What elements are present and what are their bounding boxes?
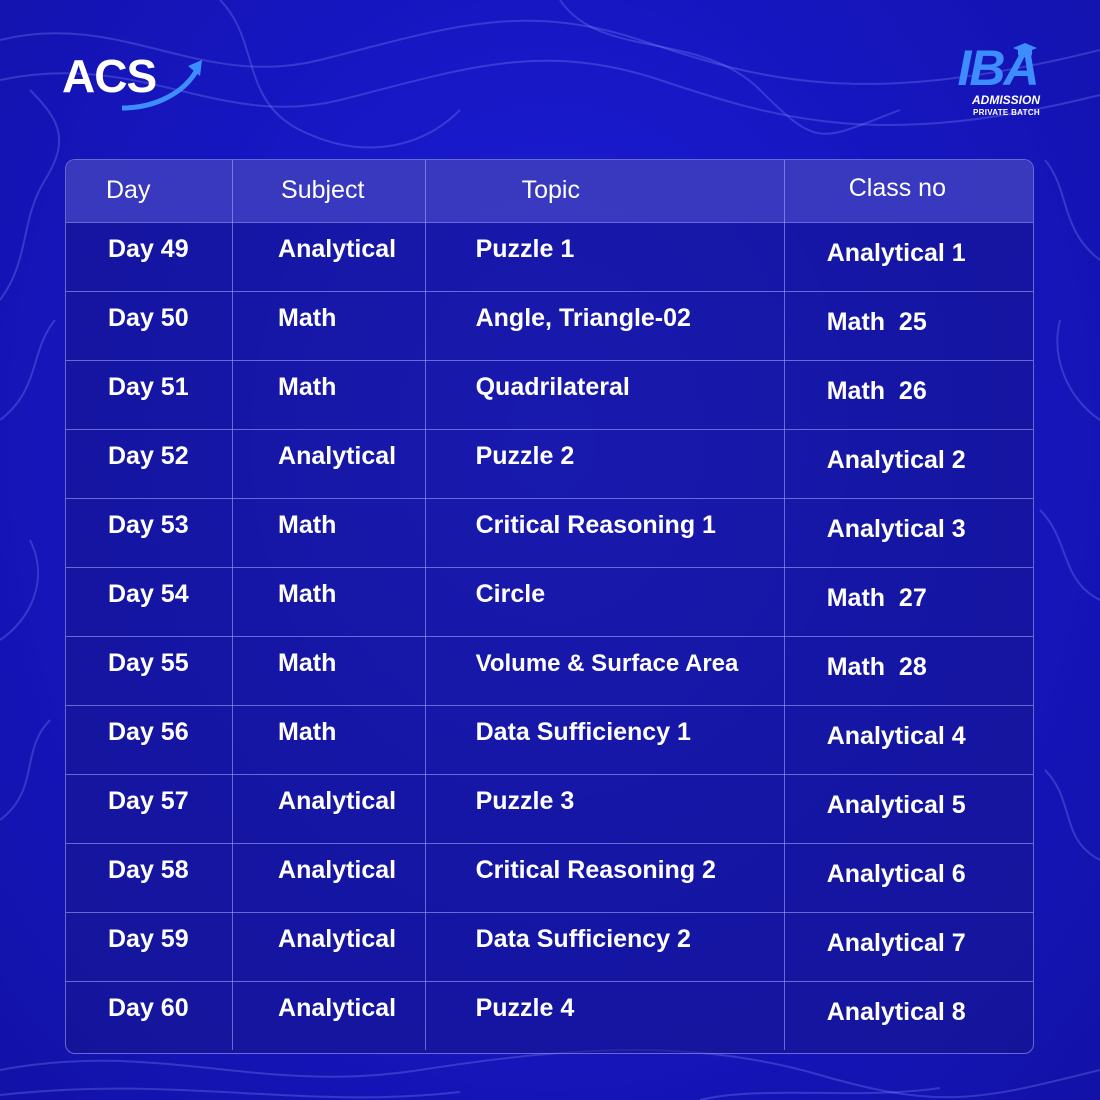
cell-class-no: Math 28 (784, 636, 1033, 706)
cell-subject: Math (232, 498, 426, 568)
cell-day: Day 52 (66, 429, 234, 499)
table-row: Day 58 Analytical Critical Reasoning 2 A… (66, 843, 1033, 913)
cell-subject: Analytical (232, 843, 426, 913)
cell-topic: Circle (425, 567, 785, 637)
cell-subject: Math (232, 291, 426, 361)
cell-topic: Puzzle 3 (425, 774, 785, 844)
table-row: Day 53 Math Critical Reasoning 1 Analyti… (66, 498, 1033, 568)
cell-topic: Data Sufficiency 1 (425, 705, 785, 775)
cell-topic: Critical Reasoning 1 (425, 498, 785, 568)
table-row: Day 60 Analytical Puzzle 4 Analytical 8 (66, 981, 1033, 1050)
table-row: Day 56 Math Data Sufficiency 1 Analytica… (66, 705, 1033, 775)
cell-topic: Volume & Surface Area (425, 636, 785, 706)
table-row: Day 59 Analytical Data Sufficiency 2 Ana… (66, 912, 1033, 982)
schedule-table: Day Subject Topic Class no Day 49 Analyt… (65, 159, 1034, 1054)
cell-day: Day 50 (66, 291, 234, 361)
table-row: Day 57 Analytical Puzzle 3 Analytical 5 (66, 774, 1033, 844)
cell-class-no: Math 26 (784, 360, 1033, 430)
cell-topic: Puzzle 2 (425, 429, 785, 499)
cell-topic: Puzzle 4 (425, 981, 785, 1050)
cell-class-no: Math 25 (784, 291, 1033, 361)
cell-day: Day 49 (66, 222, 234, 292)
cell-day: Day 57 (66, 774, 234, 844)
cell-subject: Math (232, 705, 426, 775)
cell-class-no: Analytical 6 (784, 843, 1033, 913)
cell-day: Day 56 (66, 705, 234, 775)
cell-class-no: Analytical 2 (784, 429, 1033, 499)
cell-subject: Analytical (232, 981, 426, 1050)
cell-subject: Math (232, 636, 426, 706)
cell-class-no: Analytical 1 (784, 222, 1033, 292)
table-row: Day 54 Math Circle Math 27 (66, 567, 1033, 637)
cell-day: Day 55 (66, 636, 234, 706)
svg-text:ACS: ACS (62, 50, 156, 102)
iba-subtitle-batch: PRIVATE BATCH (972, 108, 1040, 117)
cell-topic: Critical Reasoning 2 (425, 843, 785, 913)
cell-subject: Analytical (232, 429, 426, 499)
table-header-row: Day Subject Topic Class no (66, 160, 1033, 223)
cell-subject: Analytical (232, 774, 426, 844)
cell-topic: Angle, Triangle-02 (425, 291, 785, 361)
cell-day: Day 59 (66, 912, 234, 982)
table-row: Day 50 Math Angle, Triangle-02 Math 25 (66, 291, 1033, 361)
table-row: Day 49 Analytical Puzzle 1 Analytical 1 (66, 222, 1033, 292)
cell-subject: Math (232, 567, 426, 637)
acs-logo: ACS (60, 48, 210, 118)
cell-class-no: Analytical 8 (826, 998, 966, 1027)
table-row: Day 52 Analytical Puzzle 2 Analytical 2 (66, 429, 1033, 499)
cell-class-no: Analytical 5 (784, 774, 1033, 844)
cell-day: Day 53 (66, 498, 234, 568)
cell-subject: Math (232, 360, 426, 430)
header-day: Day (66, 160, 234, 223)
iba-admission-logo: IBA ADMISSION PRIVATE BATCH (950, 40, 1045, 125)
iba-subtitle-admission: ADMISSION (971, 93, 1040, 107)
cell-subject: Analytical (232, 222, 426, 292)
cell-class-no: Math 27 (784, 567, 1033, 637)
table-row: Day 55 Math Volume & Surface Area Math 2… (66, 636, 1033, 706)
cell-class-no: Analytical 7 (784, 912, 1033, 982)
cell-subject: Analytical (232, 912, 426, 982)
cell-topic: Quadrilateral (425, 360, 785, 430)
cell-day: Day 58 (66, 843, 234, 913)
table-row: Day 51 Math Quadrilateral Math 26 (66, 360, 1033, 430)
header-subject: Subject (232, 160, 426, 223)
cell-day: Day 60 (66, 981, 234, 1050)
header-class-no: Class no (784, 160, 1033, 223)
cell-topic: Data Sufficiency 2 (425, 912, 785, 982)
header-topic: Topic (425, 160, 785, 223)
cell-day: Day 54 (66, 567, 234, 637)
cell-class-no: Analytical 3 (784, 498, 1033, 568)
cell-topic: Puzzle 1 (425, 222, 785, 292)
cell-class-no: Analytical 4 (784, 705, 1033, 775)
graduation-cap-icon (1013, 43, 1037, 58)
cell-day: Day 51 (66, 360, 234, 430)
